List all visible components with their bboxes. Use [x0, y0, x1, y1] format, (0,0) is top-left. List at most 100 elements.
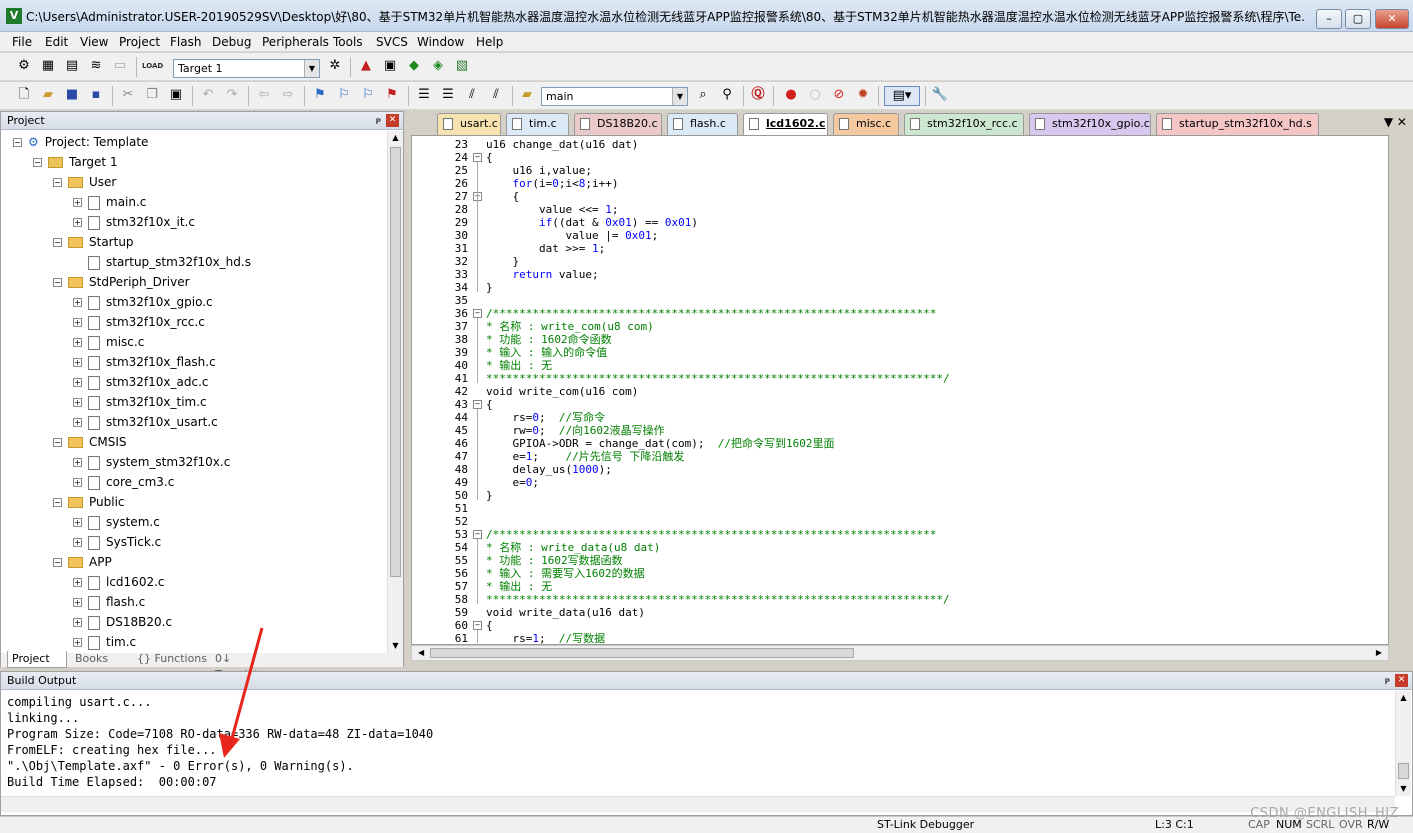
tree-file-stm32f10x-flash-c[interactable]: + stm32f10x_flash.c	[73, 352, 216, 372]
file-extensions-icon[interactable]: ▣	[380, 57, 400, 77]
pane-tab-1[interactable]: Books	[71, 651, 129, 668]
build-pin-icon[interactable]: ᴘ	[1385, 673, 1390, 690]
fold-icon[interactable]: −	[473, 309, 482, 318]
code-editor[interactable]: 2324−252627−282930313233343536−373839404…	[411, 135, 1389, 645]
rte-icon[interactable]: ▧	[452, 57, 472, 77]
disable-all-breakpoints-icon[interactable]: ⊘	[829, 86, 849, 106]
tree-folder-stdperiph-driver[interactable]: − StdPeriph_Driver	[53, 272, 190, 292]
menu-help[interactable]: Help	[476, 35, 503, 49]
collapse-icon[interactable]: −	[13, 138, 22, 147]
menu-svcs[interactable]: SVCS	[376, 35, 408, 49]
expand-icon[interactable]: +	[73, 478, 82, 487]
tree-folder-cmsis[interactable]: − CMSIS	[53, 432, 127, 452]
fold-icon[interactable]: −	[473, 153, 482, 162]
undo-icon[interactable]: ↶	[198, 86, 218, 106]
fold-icon[interactable]: −	[473, 400, 482, 409]
uncomment-icon[interactable]: ⫽	[486, 86, 506, 106]
project-tree-scrollbar[interactable]: ▲ ▼	[387, 131, 403, 653]
expand-icon[interactable]: +	[73, 638, 82, 647]
tree-file-tim-c[interactable]: + tim.c	[73, 632, 136, 652]
prev-bookmark-icon[interactable]: ⚐	[334, 86, 354, 106]
disable-breakpoint-icon[interactable]: ○	[805, 86, 825, 106]
tree-file-system-c[interactable]: + system.c	[73, 512, 160, 532]
debug-session-icon[interactable]: Ⓠ	[748, 86, 768, 106]
tree-target-target-1[interactable]: − Target 1	[33, 152, 118, 172]
target-select[interactable]: Target 1 ▼	[173, 59, 320, 78]
tab-startup-stm32f10x-hd-s[interactable]: startup_stm32f10x_hd.s	[1156, 113, 1319, 135]
incremental-find-icon[interactable]: ⚲	[717, 86, 737, 106]
indent-icon[interactable]: ☰	[414, 86, 434, 106]
find-icon[interactable]: ⌕	[693, 86, 713, 106]
pin-icon[interactable]: ᴘ	[376, 113, 381, 130]
menu-tools[interactable]: Tools	[333, 35, 363, 49]
menu-file[interactable]: File	[12, 35, 32, 49]
target-options-icon[interactable]: ✲	[325, 57, 345, 77]
close-window-button[interactable]: ✕	[1375, 9, 1409, 29]
tree-file-stm32f10x-usart-c[interactable]: + stm32f10x_usart.c	[73, 412, 218, 432]
pack-installer-icon[interactable]: ◆	[404, 57, 424, 77]
kill-breakpoints-icon[interactable]: ✹	[853, 86, 873, 106]
collapse-icon[interactable]: −	[53, 278, 62, 287]
expand-icon[interactable]: +	[73, 378, 82, 387]
editor-horizontal-scrollbar[interactable]: ◀ ▶	[411, 645, 1389, 661]
pane-tab-0[interactable]: Project	[7, 651, 67, 668]
comment-icon[interactable]: ⫽	[462, 86, 482, 106]
manage-components-icon[interactable]: ▲	[356, 57, 376, 77]
build-icon[interactable]: ▦	[38, 57, 58, 77]
tab-flash-c[interactable]: flash.c	[667, 113, 738, 135]
tree-file-system-stm32f10x-c[interactable]: + system_stm32f10x.c	[73, 452, 230, 472]
expand-icon[interactable]: +	[73, 398, 82, 407]
expand-icon[interactable]: +	[73, 598, 82, 607]
find-in-files-icon[interactable]: ▰	[517, 86, 537, 106]
paste-icon[interactable]: ▣	[166, 86, 186, 106]
expand-icon[interactable]: +	[73, 198, 82, 207]
expand-icon[interactable]: +	[73, 338, 82, 347]
download-icon[interactable]: LOAD	[142, 57, 163, 77]
cut-icon[interactable]: ✂	[118, 86, 138, 106]
batch-build-icon[interactable]: ≋	[86, 57, 106, 77]
tab-stm32f10x-rcc-c[interactable]: stm32f10x_rcc.c	[904, 113, 1024, 135]
new-file-icon[interactable]: 🗋	[14, 86, 34, 106]
tree-folder-app[interactable]: − APP	[53, 552, 112, 572]
tree-file-lcd1602-c[interactable]: + lcd1602.c	[73, 572, 165, 592]
menu-project[interactable]: Project	[119, 35, 160, 49]
configure-icon[interactable]: 🔧	[930, 86, 950, 106]
tree-file-flash-c[interactable]: + flash.c	[73, 592, 145, 612]
expand-icon[interactable]: +	[73, 358, 82, 367]
save-icon[interactable]: ■	[62, 86, 82, 106]
next-bookmark-icon[interactable]: ⚐	[358, 86, 378, 106]
expand-icon[interactable]: +	[73, 618, 82, 627]
tree-file-stm32f10x-tim-c[interactable]: + stm32f10x_tim.c	[73, 392, 207, 412]
menu-window[interactable]: Window	[417, 35, 464, 49]
tree-file-main-c[interactable]: + main.c	[73, 192, 146, 212]
fold-icon[interactable]: −	[473, 530, 482, 539]
tab-usart-c[interactable]: usart.c	[437, 113, 501, 135]
expand-icon[interactable]: +	[73, 578, 82, 587]
unindent-icon[interactable]: ☰	[438, 86, 458, 106]
tree-root-project--template[interactable]: − ⚙ Project: Template	[13, 132, 148, 152]
collapse-icon[interactable]: −	[53, 498, 62, 507]
window-layout-button[interactable]: ▤▾	[884, 86, 920, 106]
collapse-icon[interactable]: −	[53, 178, 62, 187]
translate-icon[interactable]: ⚙	[14, 57, 34, 77]
rebuild-icon[interactable]: ▤	[62, 57, 82, 77]
build-output-scrollbar[interactable]: ▲ ▼	[1395, 691, 1411, 796]
tree-file-ds18b20-c[interactable]: + DS18B20.c	[73, 612, 172, 632]
nav-back-icon[interactable]: ⇦	[254, 86, 274, 106]
tree-file-stm32f10x-it-c[interactable]: + stm32f10x_it.c	[73, 212, 195, 232]
expand-icon[interactable]: +	[73, 418, 82, 427]
maximize-button[interactable]: ▢	[1345, 9, 1371, 29]
menu-flash[interactable]: Flash	[170, 35, 201, 49]
collapse-icon[interactable]: −	[33, 158, 42, 167]
bookmark-icon[interactable]: ⚑	[310, 86, 330, 106]
stop-build-icon[interactable]: ▭	[110, 57, 130, 77]
close-pane-button[interactable]: ✕	[386, 114, 399, 127]
redo-icon[interactable]: ↷	[222, 86, 242, 106]
nav-forward-icon[interactable]: ⇨	[278, 86, 298, 106]
tab-misc-c[interactable]: misc.c	[833, 113, 899, 135]
tree-file-startup-stm32f10x-hd-s[interactable]: startup_stm32f10x_hd.s	[73, 252, 251, 272]
close-build-pane-button[interactable]: ✕	[1395, 674, 1408, 687]
menu-edit[interactable]: Edit	[45, 35, 68, 49]
tree-folder-startup[interactable]: − Startup	[53, 232, 134, 252]
tree-file-stm32f10x-rcc-c[interactable]: + stm32f10x_rcc.c	[73, 312, 205, 332]
